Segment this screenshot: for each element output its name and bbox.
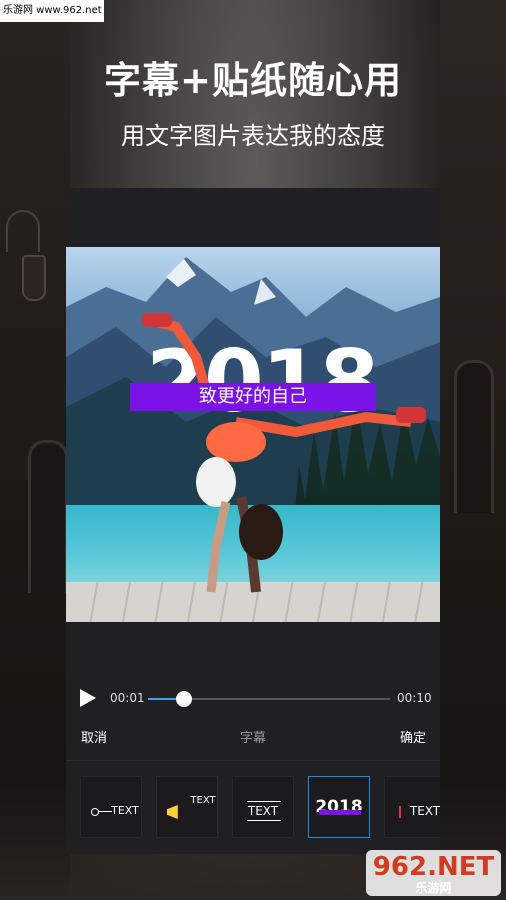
lamp-arm (6, 210, 40, 252)
confirm-button[interactable]: 确定 (400, 722, 426, 756)
total-time: 00:10 (397, 691, 432, 705)
sticker-label: TEXT (409, 804, 440, 818)
video-preview[interactable]: 2018 致更好的自己 (66, 247, 440, 622)
sticker-strip[interactable]: TEXT TEXT TEXT 2018 TEXT (66, 770, 440, 844)
headline: 字幕+贴纸随心用 (103, 59, 402, 102)
watermark-logo: 962.NET (372, 852, 495, 882)
action-bar: 取消 字幕 确定 (66, 722, 440, 756)
playback-bar: 00:01 00:10 (66, 682, 440, 716)
progress-knob[interactable] (176, 691, 193, 707)
divider (66, 760, 440, 761)
person-handstand (142, 313, 426, 593)
year-banner-bar (319, 810, 361, 815)
sticker-option[interactable]: TEXT (232, 776, 294, 838)
underline-text-icon-bottom (247, 820, 281, 821)
underline-text-icon (247, 801, 281, 802)
sticker-option[interactable]: TEXT (384, 776, 440, 838)
sticker-label: TEXT (190, 795, 216, 806)
top-watermark: 乐游网 www.962.net (0, 0, 104, 22)
sticker-option-selected[interactable]: 2018 (308, 776, 370, 838)
play-icon[interactable] (80, 689, 96, 707)
caption-banner[interactable]: 致更好的自己 (130, 383, 376, 411)
progress-track[interactable] (148, 691, 390, 707)
sticker-option[interactable]: TEXT (80, 776, 142, 838)
subheadline: 用文字图片表达我的态度 (121, 122, 385, 150)
background-arch (28, 440, 68, 593)
background-arch (454, 360, 494, 513)
sticker-label: TEXT (247, 804, 279, 818)
bottom-watermark: 962.NET 乐游网 (366, 850, 501, 896)
sticker-label: TEXT (111, 804, 139, 817)
panel-title: 字幕 (239, 731, 266, 746)
street-lamp (22, 255, 46, 301)
sticker-option[interactable]: TEXT (156, 776, 218, 838)
megaphone-icon (167, 805, 178, 819)
current-time: 00:01 (110, 691, 145, 705)
watermark-name: 乐游网 (415, 881, 452, 895)
